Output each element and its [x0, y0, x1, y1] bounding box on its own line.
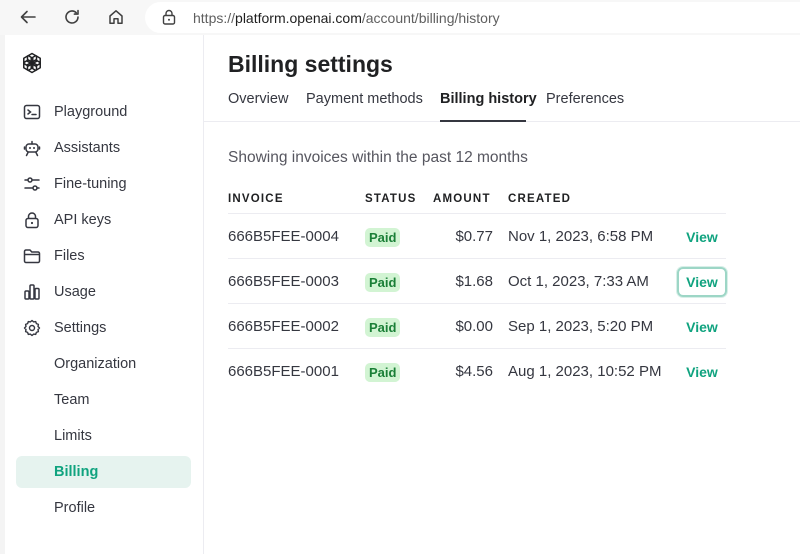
settings-tabs: Overview Payment methods Billing history… [204, 83, 800, 122]
sidebar-item-limits[interactable]: Limits [16, 420, 191, 452]
reload-icon[interactable] [58, 4, 86, 30]
sidebar-item-label: Files [54, 248, 85, 264]
column-header-invoice: INVOICE [228, 193, 284, 205]
app-window: Playground Assistants Fine-tuning API ke… [0, 35, 800, 554]
column-header-created: CREATED [508, 193, 572, 205]
sidebar-item-fine-tuning[interactable]: Fine-tuning [16, 168, 191, 200]
table-row: 666B5FEE-0002 Paid $0.00 Sep 1, 2023, 5:… [228, 304, 726, 349]
sidebar-item-label: Limits [54, 428, 92, 444]
lock-icon[interactable] [162, 9, 176, 30]
table-row: 666B5FEE-0003 Paid $1.68 Oct 1, 2023, 7:… [228, 259, 727, 304]
invoice-amount: $4.56 [455, 363, 493, 380]
sidebar-item-profile[interactable]: Profile [16, 492, 191, 524]
invoice-created: Aug 1, 2023, 10:52 PM [508, 363, 662, 380]
sidebar-item-api-keys[interactable]: API keys [16, 204, 191, 236]
invoice-amount: $0.00 [455, 318, 493, 335]
folder-icon [23, 247, 41, 265]
url-path: /account/billing/history [361, 10, 500, 26]
invoice-created: Sep 1, 2023, 5:20 PM [508, 318, 654, 335]
status-badge: Paid [365, 228, 401, 247]
sidebar-item-team[interactable]: Team [16, 384, 191, 416]
bar-chart-icon [23, 283, 41, 301]
invoice-id: 666B5FEE-0002 [228, 318, 339, 335]
view-invoice-button[interactable]: View [677, 222, 727, 252]
invoices-subtitle: Showing invoices within the past 12 mont… [228, 149, 528, 166]
sidebar-item-playground[interactable]: Playground [16, 96, 191, 128]
view-invoice-button[interactable]: View [677, 312, 727, 342]
sidebar: Playground Assistants Fine-tuning API ke… [5, 35, 204, 554]
sliders-icon [23, 175, 41, 193]
invoice-amount: $1.68 [455, 273, 493, 290]
sidebar-item-label: Team [54, 392, 90, 408]
home-icon[interactable] [102, 4, 130, 30]
sidebar-item-label: Assistants [54, 140, 121, 156]
view-invoice-button[interactable]: View [677, 357, 727, 387]
view-invoice-button[interactable]: View [677, 267, 727, 297]
invoice-created: Oct 1, 2023, 7:33 AM [508, 273, 649, 290]
terminal-icon [23, 103, 41, 121]
address-bar[interactable]: https://platform.openai.com/account/bill… [145, 2, 800, 33]
sidebar-item-settings[interactable]: Settings [16, 312, 191, 344]
openai-logo[interactable] [20, 51, 44, 80]
invoice-amount: $0.77 [455, 228, 493, 245]
invoice-id: 666B5FEE-0003 [228, 273, 339, 290]
sidebar-item-usage[interactable]: Usage [16, 276, 191, 308]
page-title: Billing settings [228, 51, 393, 77]
sidebar-item-label: Profile [54, 500, 96, 516]
tab-overview[interactable]: Overview [228, 91, 288, 122]
main-content: Billing settings Overview Payment method… [204, 35, 800, 554]
table-header: INVOICE STATUS AMOUNT CREATED [228, 185, 726, 214]
sidebar-item-files[interactable]: Files [16, 240, 191, 272]
sidebar-item-label: Settings [54, 320, 107, 336]
column-header-status: STATUS [365, 193, 417, 205]
lock-icon [23, 211, 41, 229]
table-row: 666B5FEE-0001 Paid $4.56 Aug 1, 2023, 10… [228, 349, 726, 394]
sidebar-item-label: Usage [54, 284, 96, 300]
robot-icon [23, 139, 41, 157]
sidebar-item-label: Billing [54, 464, 99, 480]
status-badge: Paid [365, 273, 401, 292]
back-arrow-icon[interactable] [14, 4, 42, 30]
invoice-id: 666B5FEE-0001 [228, 363, 339, 380]
sidebar-item-billing[interactable]: Billing [16, 456, 191, 488]
gear-icon [23, 319, 41, 337]
url-scheme: https:// [193, 10, 236, 26]
column-header-amount: AMOUNT [433, 193, 491, 205]
invoice-created: Nov 1, 2023, 6:58 PM [508, 228, 654, 245]
sidebar-item-label: API keys [54, 212, 112, 228]
browser-toolbar: https://platform.openai.com/account/bill… [0, 0, 800, 35]
tab-payment-methods[interactable]: Payment methods [306, 91, 423, 122]
status-badge: Paid [365, 318, 401, 337]
sidebar-item-label: Organization [54, 356, 137, 372]
sidebar-item-assistants[interactable]: Assistants [16, 132, 191, 164]
url-text: https://platform.openai.com/account/bill… [193, 10, 500, 26]
tab-preferences[interactable]: Preferences [546, 91, 624, 122]
table-row: 666B5FEE-0004 Paid $0.77 Nov 1, 2023, 6:… [228, 214, 726, 259]
url-host: platform.openai.com [235, 10, 362, 26]
sidebar-item-label: Playground [54, 104, 128, 120]
invoice-id: 666B5FEE-0004 [228, 228, 339, 245]
sidebar-item-organization[interactable]: Organization [16, 348, 191, 380]
tab-billing-history[interactable]: Billing history [440, 91, 537, 122]
status-badge: Paid [365, 363, 401, 382]
sidebar-item-label: Fine-tuning [54, 176, 127, 192]
